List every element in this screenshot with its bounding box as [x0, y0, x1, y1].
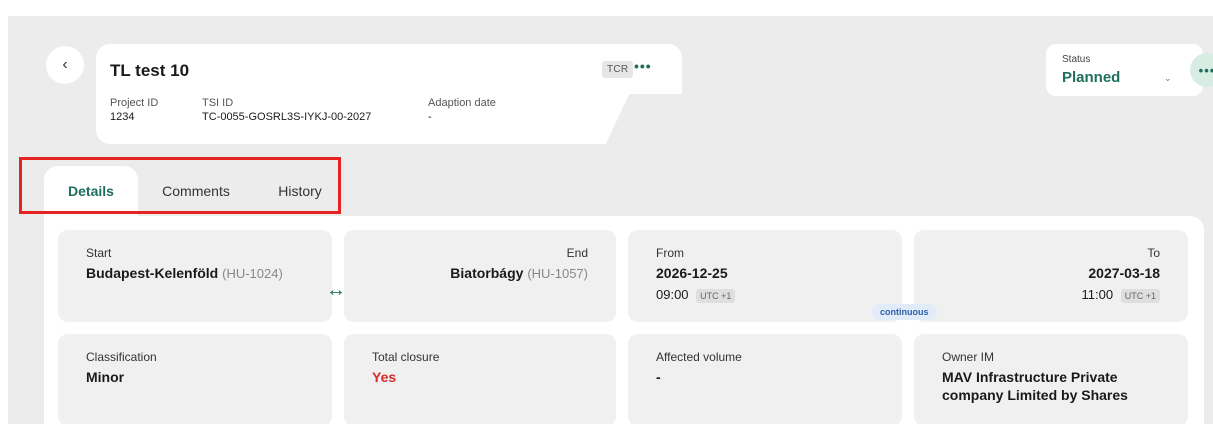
status-card: Status Planned ⌄ •••	[1046, 44, 1213, 96]
owner-im-card: Owner IM MAV Infrastructure Private comp…	[914, 334, 1188, 424]
tab-comments[interactable]: Comments	[146, 166, 246, 216]
page-title: TL test 10	[110, 61, 190, 80]
adaption-date-label: Adaption date	[428, 97, 496, 109]
from-time-row: 09:00 UTC +1	[656, 287, 874, 303]
start-location-card: Start Budapest-Kelenföld (HU-1024)	[58, 230, 332, 322]
classification-card: Classification Minor	[58, 334, 332, 424]
to-date-card: To 2027-03-18 11:00 UTC +1	[914, 230, 1188, 322]
start-location: Budapest-Kelenföld (HU-1024)	[86, 264, 304, 283]
to-date: 2027-03-18	[1088, 265, 1160, 281]
status-dropdown[interactable]: Planned	[1062, 69, 1120, 86]
chevron-down-icon[interactable]: ⌄	[1164, 73, 1172, 84]
adaption-date-value: -	[428, 111, 432, 123]
adaption-date-field: Adaption date -	[428, 97, 496, 123]
start-name: Budapest-Kelenföld	[86, 265, 219, 281]
to-time-row: 11:00 UTC +1	[942, 287, 1160, 303]
from-timezone-badge: UTC +1	[696, 288, 736, 303]
header-card: TL test 10 TCR ••• Project ID 1234 TSI I…	[96, 44, 682, 144]
to-timezone-badge: UTC +1	[1120, 288, 1160, 303]
affected-volume-card: Affected volume -	[628, 334, 902, 424]
tsi-id-value: TC-0055-GOSRL3S-IYKJ-00-2027	[202, 111, 372, 123]
tab-history-label: History	[278, 183, 322, 199]
affected-volume-label: Affected volume	[656, 350, 742, 364]
more-icon: •••	[1198, 62, 1213, 78]
start-code: (HU-1024)	[222, 266, 283, 281]
end-name: Biatorbágy	[450, 265, 524, 281]
tsi-id-field: TSI ID TC-0055-GOSRL3S-IYKJ-00-2027	[202, 97, 371, 123]
tsi-id-label: TSI ID	[202, 97, 234, 109]
end-location: Biatorbágy (HU-1057)	[372, 264, 588, 283]
tab-history[interactable]: History	[262, 166, 338, 216]
owner-im-value: MAV Infrastructure Private company Limit…	[942, 369, 1128, 403]
classification-label: Classification	[86, 350, 157, 364]
continuous-badge: continuous	[872, 304, 937, 320]
page-background: ‹ TL test 10 TCR ••• Project ID 1234 TSI…	[8, 16, 1213, 424]
from-time: 09:00	[656, 287, 689, 302]
chevron-left-icon: ‹	[62, 56, 68, 73]
tab-details-label: Details	[68, 183, 114, 199]
total-closure-value: Yes	[372, 369, 397, 385]
project-id-field: Project ID 1234	[110, 97, 158, 123]
tab-comments-label: Comments	[162, 183, 230, 199]
end-location-card: End Biatorbágy (HU-1057)	[344, 230, 616, 322]
type-badge: TCR	[602, 61, 634, 78]
from-date-card: From 2026-12-25 09:00 UTC +1	[628, 230, 902, 322]
back-button[interactable]: ‹	[46, 46, 84, 84]
end-label: End	[566, 246, 588, 260]
header-more-button[interactable]: •••	[634, 58, 652, 74]
status-more-button[interactable]: •••	[1190, 53, 1213, 87]
project-id-label: Project ID	[110, 97, 159, 109]
bidirectional-arrow-icon: ↔	[326, 279, 346, 301]
to-label: To	[1147, 246, 1160, 260]
from-label: From	[656, 246, 684, 260]
details-panel: Start Budapest-Kelenföld (HU-1024) End B…	[44, 216, 1204, 424]
top-cropped-text	[0, 0, 1213, 16]
start-label: Start	[86, 246, 112, 260]
total-closure-label: Total closure	[372, 350, 440, 364]
classification-value: Minor	[86, 369, 125, 385]
end-code: (HU-1057)	[527, 266, 588, 281]
from-date: 2026-12-25	[656, 265, 728, 281]
tab-details[interactable]: Details	[44, 166, 138, 216]
total-closure-card: Total closure Yes	[344, 334, 616, 424]
status-label: Status	[1062, 54, 1091, 65]
project-id-value: 1234	[110, 111, 135, 123]
to-time: 11:00	[1081, 287, 1114, 302]
affected-volume-value: -	[656, 369, 661, 385]
owner-im-label: Owner IM	[942, 350, 995, 364]
